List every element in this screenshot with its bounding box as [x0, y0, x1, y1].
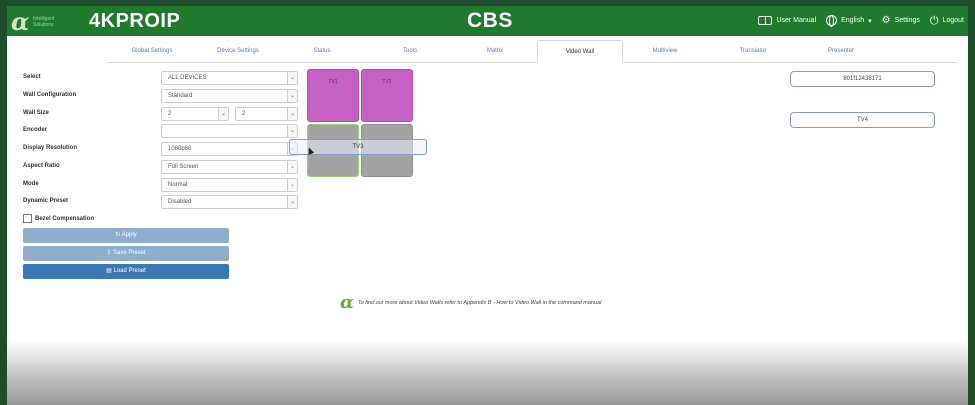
select-row: Select ALL DEVICES ⌄ [23, 71, 308, 85]
settings-label: Settings [894, 17, 920, 24]
user-manual-label: User Manual [776, 17, 817, 24]
wall-size-label: Wall Size [23, 110, 49, 116]
dynamic-preset-label: Dynamic Preset [23, 198, 69, 204]
save-preset-button[interactable]: ⇪ Save Preset [23, 246, 229, 261]
wall-tile-tv1[interactable]: TV1 [307, 69, 359, 122]
dynamic-preset-row: Dynamic Preset Disabled ⌄ [23, 195, 308, 209]
chevron-down-icon: ⌄ [287, 108, 297, 120]
upload-icon: ⇪ [106, 250, 112, 256]
company-logo: α Intelligent Solutions [11, 7, 71, 36]
dynamic-preset-value: Disabled [168, 199, 192, 205]
display-resolution-dropdown[interactable]: 1080p60 ⌄ [161, 142, 298, 156]
brand-title: CBS [467, 9, 513, 32]
wall-configuration-label: Wall Configuration [23, 92, 77, 98]
refresh-icon: ↻ [115, 232, 121, 238]
save-preset-label: Save Preset [113, 250, 146, 256]
mode-row: Mode Normal ⌄ [23, 178, 308, 192]
tab-multiview[interactable]: Multiview [629, 40, 701, 63]
gear-icon: ⚙ [881, 14, 891, 26]
info-note: α To find out more about Video Walls ref… [340, 294, 601, 312]
tab-matrix[interactable]: Matrix [460, 40, 530, 63]
logout-label: Logout [942, 17, 964, 24]
tab-tools[interactable]: Tools [375, 40, 445, 63]
bottom-shade [7, 341, 968, 405]
load-preset-label: Load Preset [113, 268, 146, 274]
language-dropdown[interactable]: English ▾ [826, 15, 872, 27]
device-pill-tv4[interactable]: TV4 [790, 112, 935, 128]
tab-bar: Global Settings Device Settings Status T… [107, 40, 957, 64]
mode-dropdown[interactable]: Normal ⌄ [161, 178, 298, 192]
top-header: α Intelligent Solutions 4KPROIP CBS User… [7, 6, 968, 36]
apply-label: Apply [121, 232, 137, 238]
power-icon: ⏻ [929, 14, 939, 27]
apply-button[interactable]: ↻ Apply [23, 228, 229, 243]
aspect-ratio-row: Aspect Ratio Full Screen ⌄ [23, 160, 308, 174]
logout-link[interactable]: ⏻ Logout [929, 14, 964, 27]
chevron-down-icon: ⌄ [287, 196, 297, 208]
mode-value: Normal [168, 182, 188, 188]
wall-size-cols-value: 2 [242, 111, 246, 117]
bezel-compensation-label: Bezel Compensation [35, 215, 95, 222]
book-icon [758, 16, 773, 25]
wall-size-cols-dropdown[interactable]: 2 ⌄ [235, 107, 298, 121]
wall-size-row: Wall Size 2 ⌄ 2 ⌄ [23, 107, 308, 121]
language-label: English [841, 17, 865, 24]
bezel-compensation-checkbox[interactable] [23, 214, 32, 223]
chevron-down-icon: ⌄ [287, 72, 297, 84]
wall-tile-tv2[interactable]: TV2 [361, 69, 413, 122]
chevron-down-icon: ⌄ [287, 125, 297, 137]
chevron-down-icon: ⌄ [287, 161, 297, 173]
aspect-ratio-label: Aspect Ratio [23, 163, 60, 169]
tab-presenter[interactable]: Presenter [803, 40, 879, 63]
chevron-down-icon: ⌄ [287, 179, 297, 191]
tab-video-wall[interactable]: Video Wall [537, 40, 623, 64]
caret-down-icon: ▾ [868, 17, 872, 25]
logo-glyph: α [340, 292, 354, 313]
select-devices-dropdown[interactable]: ALL DEVICES ⌄ [161, 71, 298, 85]
display-resolution-value: 1080p60 [168, 146, 192, 152]
aspect-ratio-value: Full Screen [168, 164, 199, 170]
tab-global-settings[interactable]: Global Settings [107, 40, 197, 63]
device-pill-801f12438171[interactable]: 801f12438171 [790, 71, 935, 87]
select-label: Select [23, 74, 41, 80]
wall-size-rows-dropdown[interactable]: 2 ⌄ [161, 107, 229, 121]
wall-configuration-row: Wall Configuration Standard ⌄ [23, 89, 308, 103]
mode-label: Mode [23, 181, 39, 187]
bezel-compensation-row: Bezel Compensation [23, 214, 94, 223]
info-text: To find out more about Video Walls refer… [357, 300, 602, 306]
chevron-down-icon: ⌄ [287, 90, 297, 102]
logo-text: Intelligent Solutions [33, 16, 55, 28]
product-name: 4KPROIP [89, 10, 181, 32]
aspect-ratio-dropdown[interactable]: Full Screen ⌄ [161, 160, 298, 174]
globe-icon [826, 15, 838, 27]
tab-translator[interactable]: Translator [715, 40, 791, 63]
app-window: α Intelligent Solutions 4KPROIP CBS User… [7, 6, 968, 405]
encoder-row: Encoder ⌄ [23, 124, 308, 138]
logo-glyph: α [11, 7, 30, 36]
encoder-dropdown[interactable]: ⌄ [161, 124, 298, 138]
display-resolution-row: Display Resolution 1080p60 ⌄ [23, 142, 308, 156]
wall-size-rows-value: 2 [168, 111, 172, 117]
wall-configuration-dropdown[interactable]: Standard ⌄ [161, 89, 298, 103]
tab-status[interactable]: Status [287, 40, 357, 63]
chevron-down-icon: ⌄ [218, 108, 228, 120]
settings-link[interactable]: ⚙ Settings [881, 14, 920, 26]
file-icon: ▤ [106, 268, 112, 274]
wall-configuration-value: Standard [168, 93, 193, 99]
dynamic-preset-dropdown[interactable]: Disabled ⌄ [161, 195, 298, 209]
tab-device-settings[interactable]: Device Settings [197, 40, 279, 63]
load-preset-button[interactable]: ▤ Load Preset [23, 264, 229, 279]
top-nav: User Manual English ▾ ⚙ Settings ⏻ Logou… [758, 14, 964, 27]
select-value: ALL DEVICES [168, 75, 207, 81]
display-resolution-label: Display Resolution [23, 145, 78, 151]
user-manual-link[interactable]: User Manual [758, 16, 816, 25]
encoder-label: Encoder [23, 127, 48, 133]
